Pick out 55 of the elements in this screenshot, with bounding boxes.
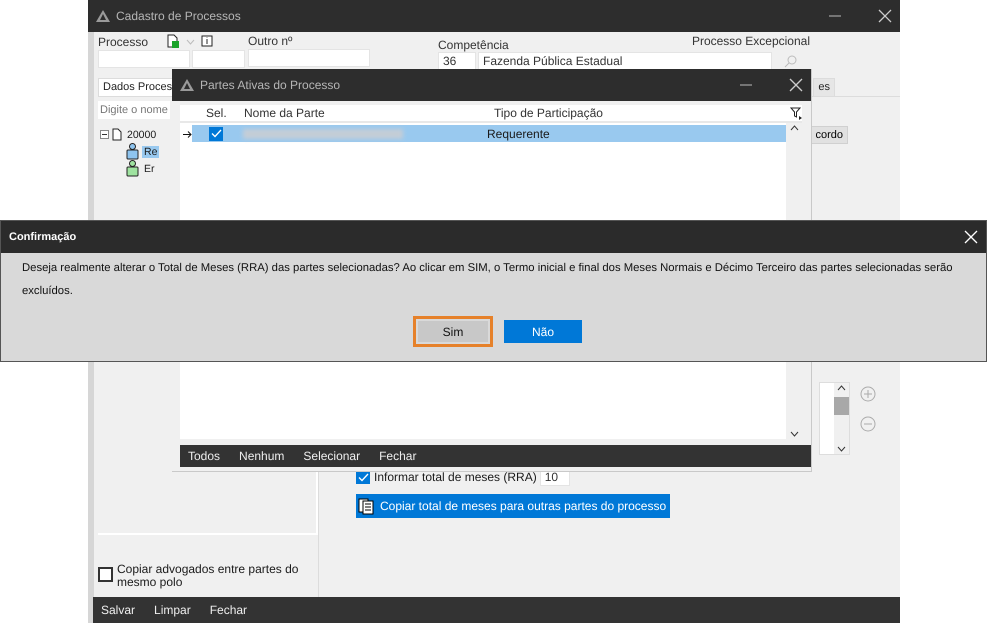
collapse-icon[interactable] [100, 130, 109, 139]
competence-label: Competência [438, 38, 509, 52]
dialog-title: Confirmação [9, 231, 78, 243]
scroll-up-icon[interactable] [837, 385, 846, 391]
tree-item[interactable]: Re [142, 146, 160, 158]
person-icon [126, 143, 139, 160]
menu-item[interactable]: Selecionar [303, 449, 360, 463]
info-icon[interactable] [201, 34, 214, 48]
agreement-button[interactable]: cordo [810, 126, 848, 144]
menu-item[interactable]: Limpar [154, 603, 191, 617]
other-number-field[interactable] [248, 49, 370, 67]
new-document-icon[interactable] [166, 34, 180, 49]
close-icon[interactable] [878, 9, 892, 23]
search-field[interactable]: Digite o nome [98, 101, 170, 119]
copy-lawyers-checkbox[interactable]: Copiar advogados entre partes do mesmo polo [98, 563, 318, 589]
process-label: Processo [98, 34, 148, 48]
yes-button[interactable]: Sim [413, 316, 493, 347]
copy-months-button[interactable]: Copiar total de meses para outras partes do processo [356, 494, 670, 518]
copy-icon [358, 497, 376, 515]
document-icon [112, 128, 122, 141]
menu-item[interactable]: Fechar [379, 449, 416, 463]
competence-code-field[interactable]: 36 [438, 52, 476, 70]
tree-item[interactable]: 20000 [125, 128, 158, 140]
person-icon [126, 160, 139, 177]
process-number-field[interactable] [98, 50, 190, 68]
menu-item[interactable]: Nenhum [239, 449, 284, 463]
tree-item[interactable]: Er [142, 162, 156, 174]
column-header[interactable]: Nome da Parte [244, 106, 494, 120]
column-header[interactable]: Sel. [206, 106, 244, 120]
filter-icon[interactable] [790, 106, 802, 120]
process-digit-field[interactable] [192, 50, 245, 68]
scroll-up-icon[interactable] [790, 125, 798, 131]
no-button[interactable]: Não [504, 320, 582, 343]
exceptional-process-label: Processo Excepcional [692, 34, 810, 48]
checkmark-icon [358, 472, 368, 482]
table-cell: Requerente [487, 126, 550, 140]
other-number-label: Outro nº [248, 34, 294, 48]
column-header[interactable]: Tipo de Participação [494, 106, 784, 120]
dialog-title: Partes Ativas do Processo [200, 78, 342, 92]
menu-item[interactable]: Fechar [210, 603, 248, 617]
scrollbar-thumb[interactable] [834, 396, 849, 414]
select-checkbox[interactable] [209, 126, 223, 140]
menu-item[interactable]: Todos [188, 449, 220, 463]
close-icon[interactable] [789, 78, 803, 92]
checkmark-icon [210, 129, 222, 138]
competence-name-field[interactable]: Fazenda Pública Estadual [478, 52, 772, 70]
window-title: Cadastro de Processos [116, 9, 242, 23]
tab[interactable]: es [813, 78, 835, 96]
confirmation-message: Deseja realmente alterar o Total de Meses (RRA) das partes selecionadas? Ao clicar em SIM, o Termo inicial e final dos Meses Normais e Décimo Terceiro das partes selecionadas serão excluídos. [22, 261, 954, 299]
table-row[interactable]: Requerente [192, 125, 786, 142]
scroll-down-icon[interactable] [837, 446, 846, 452]
menu-item[interactable]: Salvar [101, 603, 136, 617]
logo-icon [96, 10, 110, 22]
scroll-down-icon[interactable] [790, 431, 798, 437]
logo-icon [180, 79, 194, 91]
